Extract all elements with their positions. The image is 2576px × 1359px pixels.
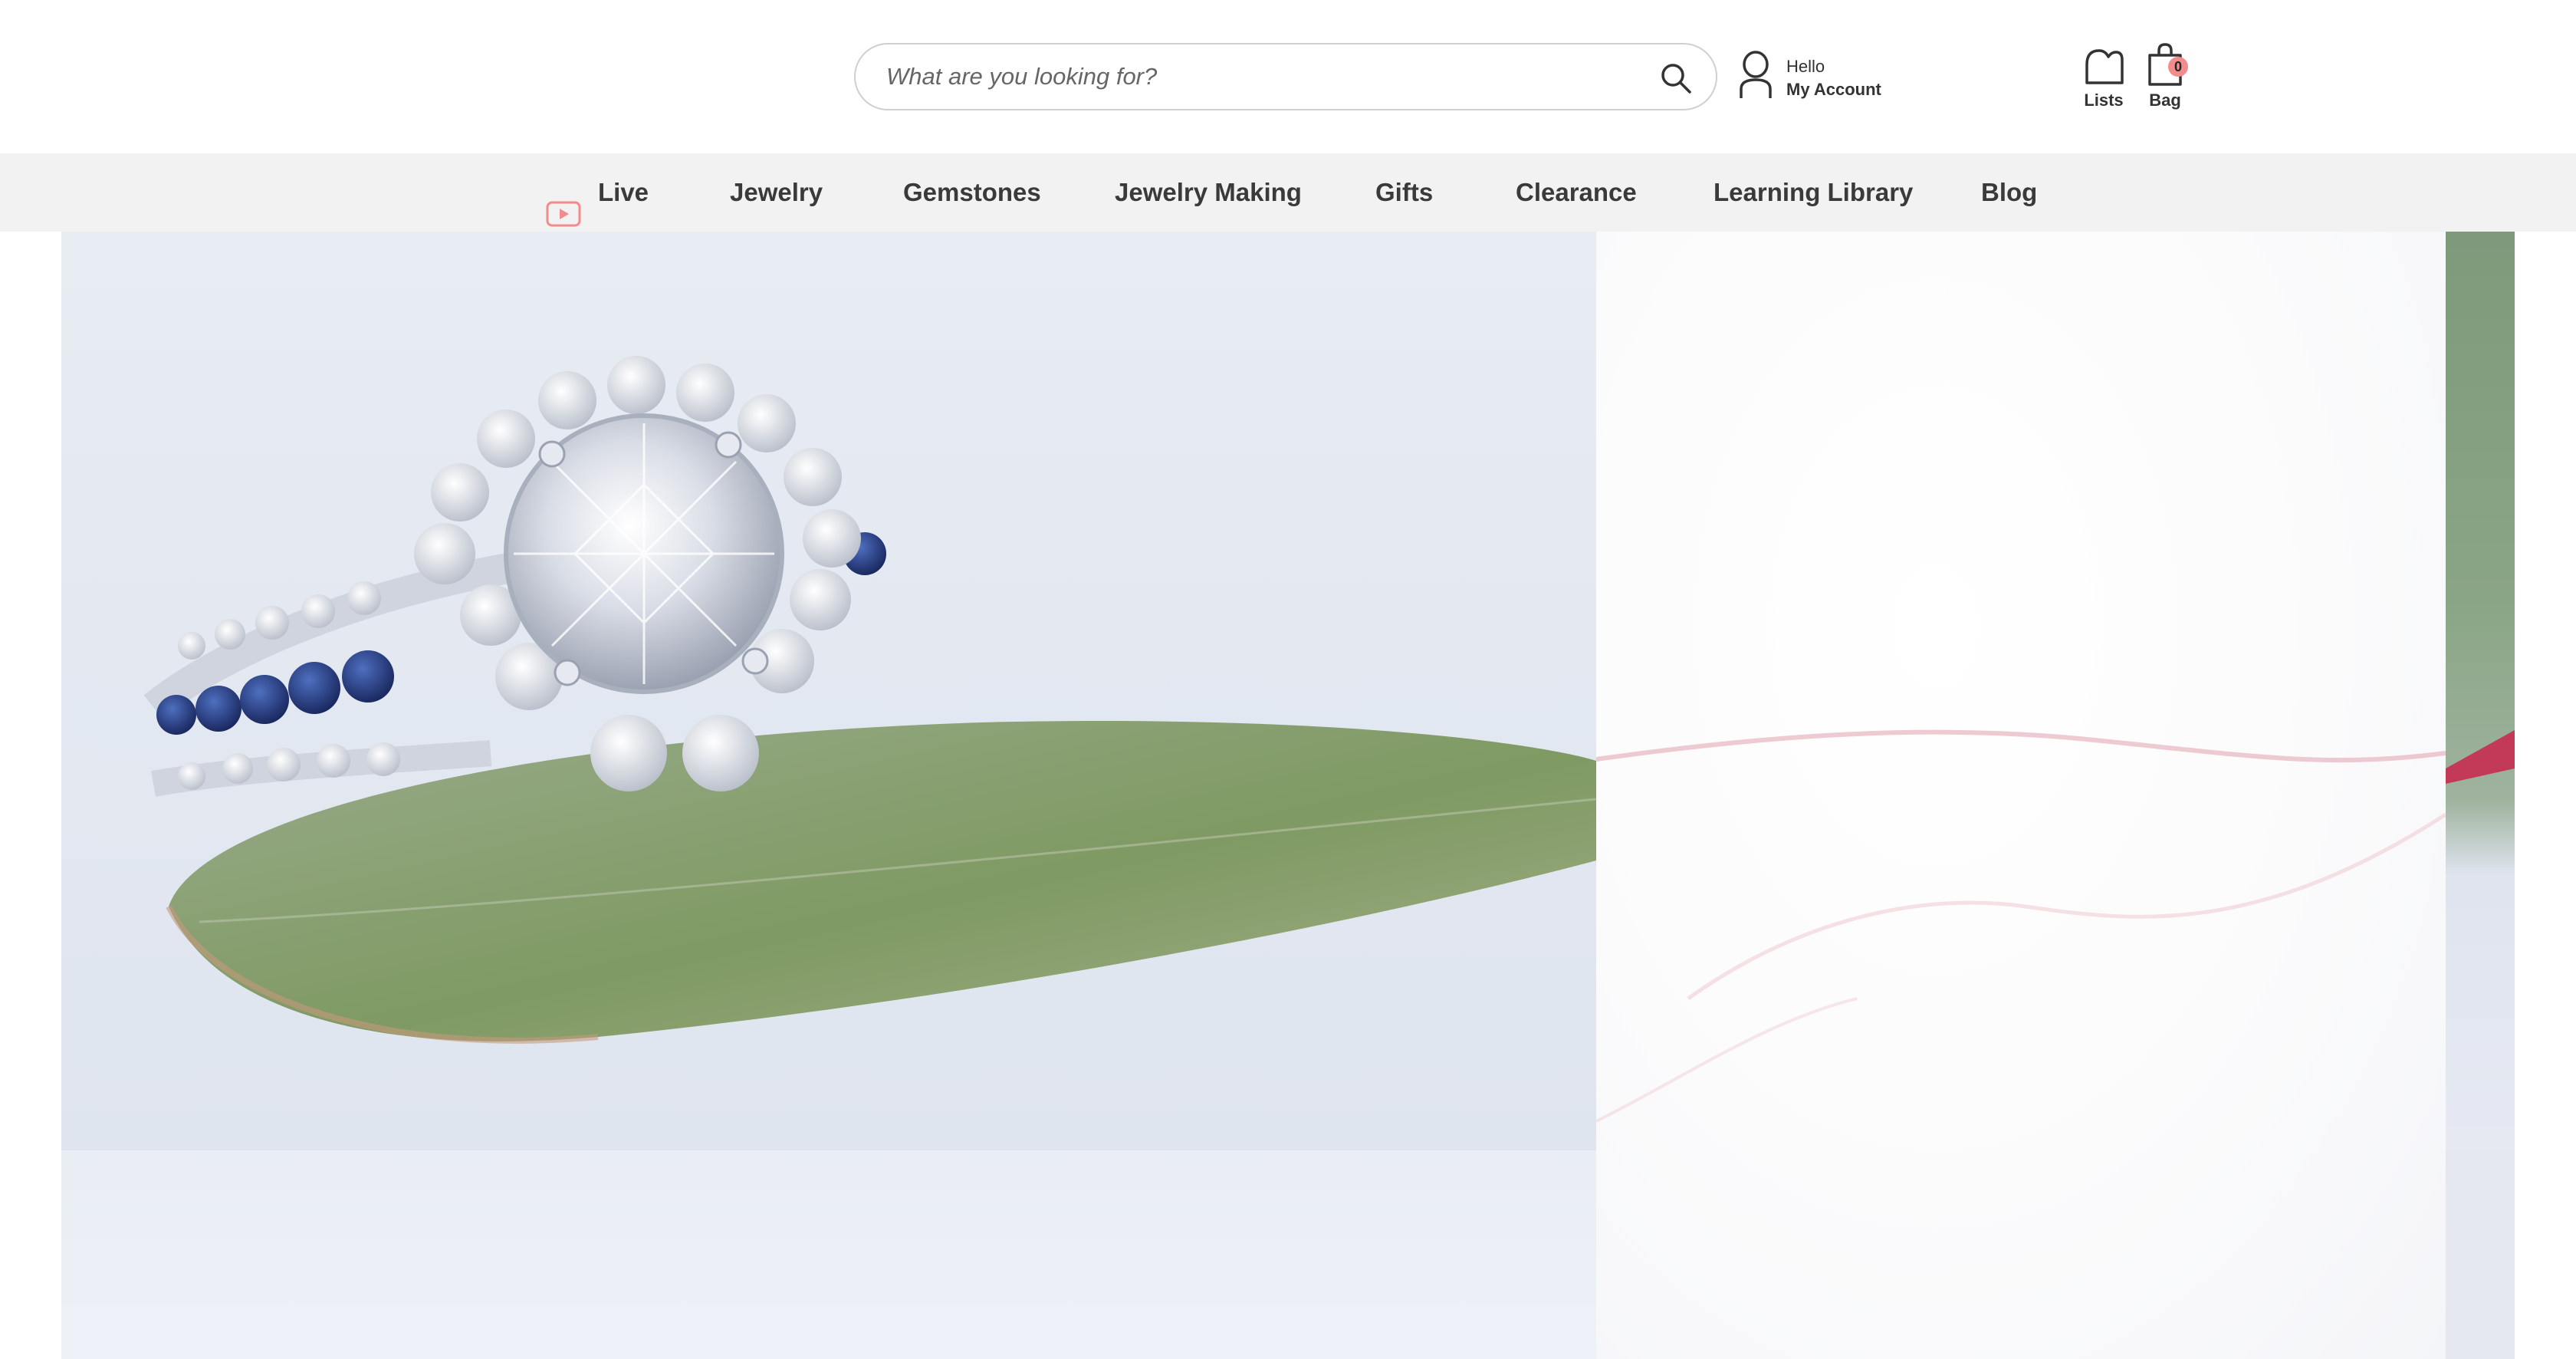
lists-label: Lists <box>2084 90 2124 110</box>
lists-link[interactable]: Lists <box>2079 43 2128 112</box>
nav-item-live[interactable]: Live <box>546 153 649 232</box>
hero-edge-image <box>2446 232 2515 1150</box>
nav-item-jewelry[interactable]: Jewelry <box>730 153 823 232</box>
play-icon <box>546 179 581 227</box>
heart-icon <box>2082 46 2125 86</box>
nav-item-jewelry-making[interactable]: Jewelry Making <box>1115 153 1302 232</box>
search-input[interactable] <box>886 55 1622 98</box>
nav-item-gifts[interactable]: Gifts <box>1375 153 1433 232</box>
nav-item-clearance[interactable]: Clearance <box>1516 153 1637 232</box>
my-account-link[interactable]: Hello My Account <box>1737 49 1898 103</box>
search-icon[interactable] <box>1658 60 1694 97</box>
hero-lower-panel <box>61 1150 1596 1359</box>
bag-count-badge: 0 <box>2168 57 2188 77</box>
nav-item-blog[interactable]: Blog <box>1981 153 2037 232</box>
hero-lower-edge-panel <box>2446 1150 2515 1359</box>
nav-item-gemstones[interactable]: Gemstones <box>903 153 1041 232</box>
nav-item-learning-library[interactable]: Learning Library <box>1714 153 1913 232</box>
user-icon <box>1737 51 1774 100</box>
site-header: Hello My Account Lists 0 Bag <box>0 0 2576 153</box>
account-label: My Account <box>1786 80 1881 99</box>
bag-link[interactable]: 0 Bag <box>2141 40 2190 112</box>
hero-background-panel <box>1596 232 2446 1359</box>
search-bar[interactable] <box>854 43 1717 110</box>
bag-label: Bag <box>2149 90 2181 110</box>
nav-item-label: Live <box>598 178 649 206</box>
hero-banner[interactable] <box>0 232 2576 1359</box>
main-nav: Live Jewelry Gemstones Jewelry Making Gi… <box>0 153 2576 232</box>
hero-ring-image <box>61 232 1596 1150</box>
account-greeting: Hello <box>1786 57 1825 76</box>
